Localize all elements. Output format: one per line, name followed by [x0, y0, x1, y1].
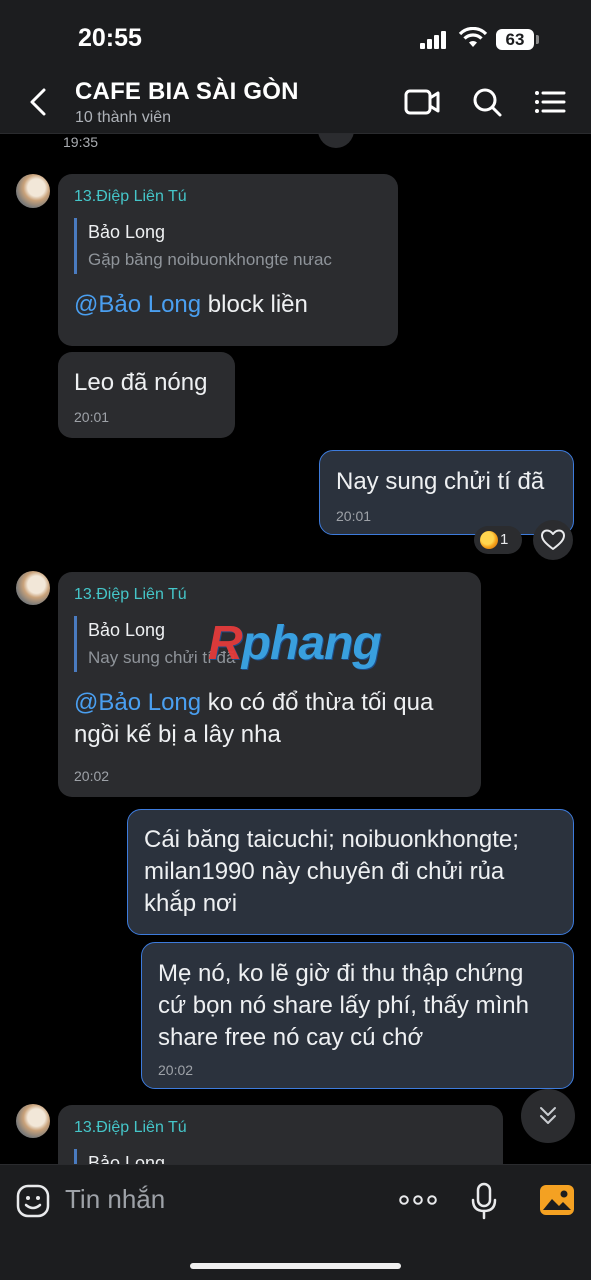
message-bubble[interactable]: 13.Điệp Liên Tú Bảo Long Gặp băng noibuo…: [58, 174, 398, 346]
member-count: 10 thành viên: [75, 109, 172, 126]
sender-name: 13.Điệp Liên Tú: [74, 188, 187, 205]
mic-icon[interactable]: [470, 1182, 498, 1220]
message-time: 20:02: [74, 768, 110, 784]
message-time: 20:02: [158, 1062, 194, 1078]
reaction-badge[interactable]: 1: [474, 526, 522, 554]
quoted-message[interactable]: Bảo Long: [74, 1149, 165, 1164]
composer-bar: Tin nhắn: [0, 1164, 591, 1280]
message-line: khắp nơi: [144, 890, 238, 917]
message-input[interactable]: Tin nhắn: [65, 1184, 165, 1215]
cellular-signal-icon: [420, 31, 448, 49]
message-line: milan1990 này chuyên đi chửi rủa: [144, 858, 505, 885]
message-text: Cái băng taicuchi; noibuonkhongte; milan1…: [144, 824, 519, 920]
message-line: Mẹ nó, ko lẽ giờ đi thu thập chứng: [158, 960, 524, 987]
status-time: 20:55: [78, 24, 142, 52]
chat-title[interactable]: CAFE BIA SÀI GÒN: [75, 78, 299, 106]
message-bubble-sent[interactable]: Mẹ nó, ko lẽ giờ đi thu thập chứng cứ bọn…: [141, 942, 574, 1089]
message-text: @Bảo Long block liền: [74, 289, 308, 321]
message-body: block liền: [201, 291, 308, 318]
message-time: 20:01: [74, 409, 110, 425]
search-icon[interactable]: [467, 84, 507, 120]
quote-author: Bảo Long: [88, 222, 166, 242]
message-bubble[interactable]: Leo đã nóng 20:01: [58, 352, 235, 438]
message-text: Leo đã nóng: [74, 369, 208, 396]
quote-author: Bảo Long: [88, 1153, 166, 1164]
battery-tip: [536, 35, 539, 44]
sender-name: 13.Điệp Liên Tú: [74, 586, 187, 603]
sticker-icon[interactable]: [16, 1184, 50, 1218]
chevron-down-icon[interactable]: [521, 1089, 575, 1143]
watermark-logo: Rphang: [208, 617, 382, 670]
scroll-up-button[interactable]: [318, 134, 354, 148]
message-line: share free nó cay cú chớ: [158, 1024, 424, 1051]
reaction-count: 1: [500, 531, 509, 548]
heart-icon[interactable]: [533, 520, 573, 560]
message-text: @Bảo Long ko có đổ thừa tối qua ngồi kế b…: [74, 687, 433, 751]
status-bar: 20:55 63: [0, 0, 591, 70]
avatar[interactable]: [16, 571, 50, 605]
mention[interactable]: @Bảo Long: [74, 291, 201, 318]
message-bubble-sent[interactable]: Nay sung chửi tí đã 20:01: [319, 450, 574, 535]
battery-level: 63: [496, 29, 534, 50]
image-icon[interactable]: [539, 1184, 575, 1216]
quote-text: Gặp băng noibuonkhongte nưac: [88, 250, 332, 269]
more-icon[interactable]: [398, 1185, 438, 1215]
message-time: 20:01: [336, 508, 372, 524]
home-indicator: [190, 1263, 401, 1269]
message-body: ko có đổ thừa tối qua: [201, 689, 434, 716]
laugh-emoji-icon: [480, 531, 498, 549]
video-call-icon[interactable]: [402, 84, 442, 120]
message-body: ngồi kế bị a lây nha: [74, 721, 281, 748]
message-bubble[interactable]: 13.Điệp Liên Tú Bảo Long: [58, 1105, 503, 1164]
message-time: 19:35: [63, 134, 99, 150]
message-line: cứ bọn nó share lấy phí, thấy mình: [158, 992, 529, 1019]
mention[interactable]: @Bảo Long: [74, 689, 201, 716]
message-bubble[interactable]: 13.Điệp Liên Tú Bảo Long Nay sung chửi t…: [58, 572, 481, 797]
sender-name: 13.Điệp Liên Tú: [74, 1119, 187, 1136]
message-text: Mẹ nó, ko lẽ giờ đi thu thập chứng cứ bọn…: [158, 958, 529, 1054]
message-text: Nay sung chửi tí đã: [336, 468, 545, 495]
menu-icon[interactable]: [530, 84, 570, 120]
message-list[interactable]: 19:35 13.Điệp Liên Tú Bảo Long Gặp băng …: [0, 134, 591, 1164]
avatar[interactable]: [16, 1104, 50, 1138]
chat-header: CAFE BIA SÀI GÒN 10 thành viên: [0, 70, 591, 134]
message-bubble-sent[interactable]: Cái băng taicuchi; noibuonkhongte; milan1…: [127, 809, 574, 935]
back-icon[interactable]: [22, 84, 56, 120]
avatar[interactable]: [16, 174, 50, 208]
wifi-icon: [458, 27, 488, 47]
quoted-message[interactable]: Bảo Long Gặp băng noibuonkhongte nưac: [74, 218, 332, 274]
message-line: Cái băng taicuchi; noibuonkhongte;: [144, 826, 519, 853]
